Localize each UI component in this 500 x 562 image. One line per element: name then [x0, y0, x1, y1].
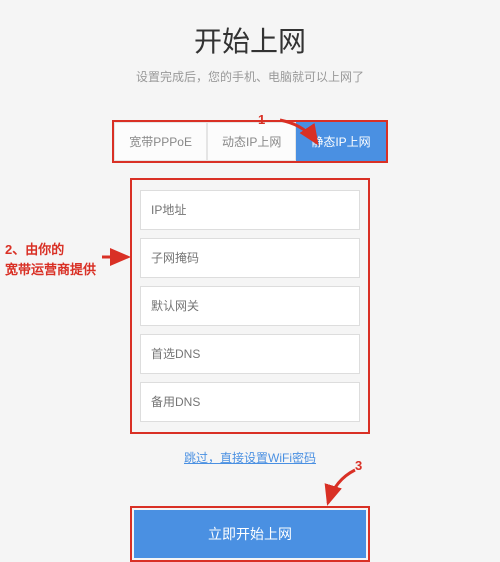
default-gateway-field[interactable] [140, 286, 360, 326]
arrow-icon [320, 465, 360, 510]
connection-type-tabs: 宽带PPPoE 动态IP上网 静态IP上网 [112, 120, 387, 163]
skip-link[interactable]: 跳过，直接设置WiFi密码 [0, 449, 500, 466]
subnet-mask-field[interactable] [140, 238, 360, 278]
secondary-dns-field[interactable] [140, 382, 360, 422]
tab-pppoe[interactable]: 宽带PPPoE [114, 122, 207, 161]
primary-dns-field[interactable] [140, 334, 360, 374]
arrow-icon [100, 247, 135, 267]
submit-highlight: 立即开始上网 [130, 506, 370, 562]
ip-address-field[interactable] [140, 190, 360, 230]
static-ip-form [130, 178, 370, 434]
annotation-step-1: 1 [258, 112, 265, 127]
page-subtitle: 设置完成后，您的手机、电脑就可以上网了 [0, 68, 500, 85]
annotation-step-2: 2、由你的 宽带运营商提供 [5, 240, 96, 279]
start-internet-button[interactable]: 立即开始上网 [134, 510, 366, 558]
page-title: 开始上网 [0, 20, 500, 60]
arrow-icon [275, 115, 325, 155]
